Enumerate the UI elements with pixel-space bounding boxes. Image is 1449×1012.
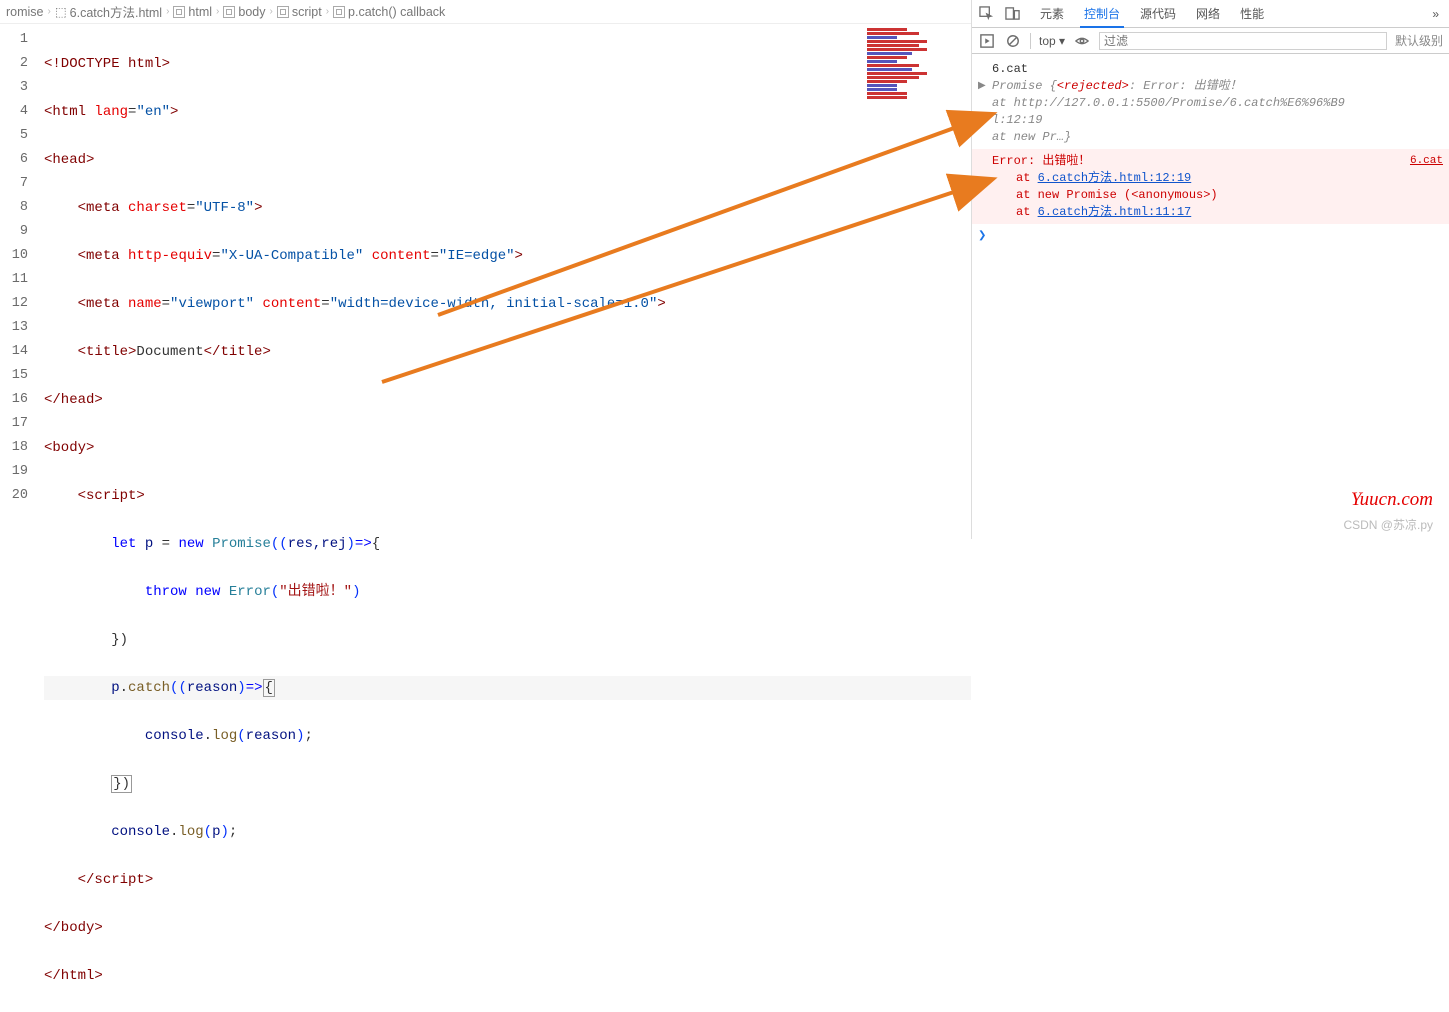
filter-input[interactable] — [1099, 32, 1387, 50]
tab-sources[interactable]: 源代码 — [1130, 0, 1186, 28]
separator — [1030, 33, 1031, 49]
breadcrumb[interactable]: romise › ⬚ 6.catch方法.html › html › body … — [0, 0, 971, 24]
clear-console-icon[interactable] — [1004, 32, 1022, 50]
breadcrumb-item[interactable]: ⬚ 6.catch方法.html — [55, 2, 162, 21]
devtools-pane: 元素 控制台 源代码 网络 性能 » top ▾ 默认级别 6.cat Prom… — [972, 0, 1449, 539]
code-editor[interactable]: 1234567891011121314151617181920 <!DOCTYP… — [0, 24, 971, 539]
cube-icon — [223, 6, 235, 18]
chevron-right-icon: › — [326, 6, 329, 17]
breadcrumb-item[interactable]: romise — [6, 5, 44, 19]
device-icon[interactable] — [1002, 4, 1022, 24]
inspect-icon[interactable] — [976, 4, 996, 24]
cube-icon — [333, 6, 345, 18]
context-select[interactable]: top ▾ — [1039, 34, 1065, 48]
watermark: CSDN @苏凉.py — [1343, 516, 1433, 533]
line-gutter: 1234567891011121314151617181920 — [0, 24, 38, 539]
editor-pane: romise › ⬚ 6.catch方法.html › html › body … — [0, 0, 972, 539]
more-tabs-button[interactable]: » — [1426, 7, 1445, 21]
eye-icon[interactable] — [1073, 32, 1091, 50]
stack-link[interactable]: 6.catch方法.html:12:19 — [1038, 171, 1192, 185]
code-area[interactable]: <!DOCTYPE html> <html lang="en"> <head> … — [38, 24, 971, 539]
prompt-caret-icon: ❯ — [978, 228, 986, 245]
cube-icon — [173, 6, 185, 18]
breadcrumb-item[interactable]: p.catch() callback — [333, 5, 445, 19]
chevron-right-icon: › — [216, 6, 219, 17]
watermark: Yuucn.com — [1351, 489, 1433, 511]
console-output[interactable]: 6.cat Promise {<rejected>: Error: 出错啦！ ▶… — [972, 54, 1449, 539]
console-prompt[interactable]: ❯ — [972, 224, 1449, 230]
devtools-toolbar: 元素 控制台 源代码 网络 性能 » — [972, 0, 1449, 28]
log-level-select[interactable]: 默认级别 — [1395, 32, 1443, 49]
breadcrumb-item[interactable]: script — [277, 5, 322, 19]
chevron-right-icon: › — [166, 6, 169, 17]
breadcrumb-item[interactable]: html — [173, 5, 212, 19]
cube-icon — [277, 6, 289, 18]
stack-link[interactable]: 6.catch方法.html:11:17 — [1038, 205, 1192, 219]
tab-elements[interactable]: 元素 — [1030, 0, 1074, 28]
play-icon[interactable] — [978, 32, 996, 50]
tab-console[interactable]: 控制台 — [1074, 0, 1130, 28]
chevron-right-icon: › — [269, 6, 272, 17]
minimap[interactable] — [867, 28, 967, 118]
breadcrumb-item[interactable]: body — [223, 5, 265, 19]
tab-network[interactable]: 网络 — [1186, 0, 1230, 28]
file-icon: ⬚ — [55, 4, 67, 19]
expand-caret-icon[interactable]: ▶ — [978, 78, 986, 95]
tab-performance[interactable]: 性能 — [1230, 0, 1274, 28]
console-filter-bar: top ▾ 默认级别 — [972, 28, 1449, 54]
source-link[interactable]: 6.cat — [992, 62, 1028, 76]
chevron-right-icon: › — [48, 6, 51, 17]
console-error[interactable]: 6.cat Error: 出错啦！ at 6.catch方法.html:12:1… — [972, 149, 1449, 224]
devtools-tabs: 元素 控制台 源代码 网络 性能 — [1030, 0, 1274, 28]
source-link[interactable]: 6.cat — [1410, 153, 1443, 170]
console-message[interactable]: 6.cat Promise {<rejected>: Error: 出错啦！ ▶… — [972, 58, 1449, 149]
